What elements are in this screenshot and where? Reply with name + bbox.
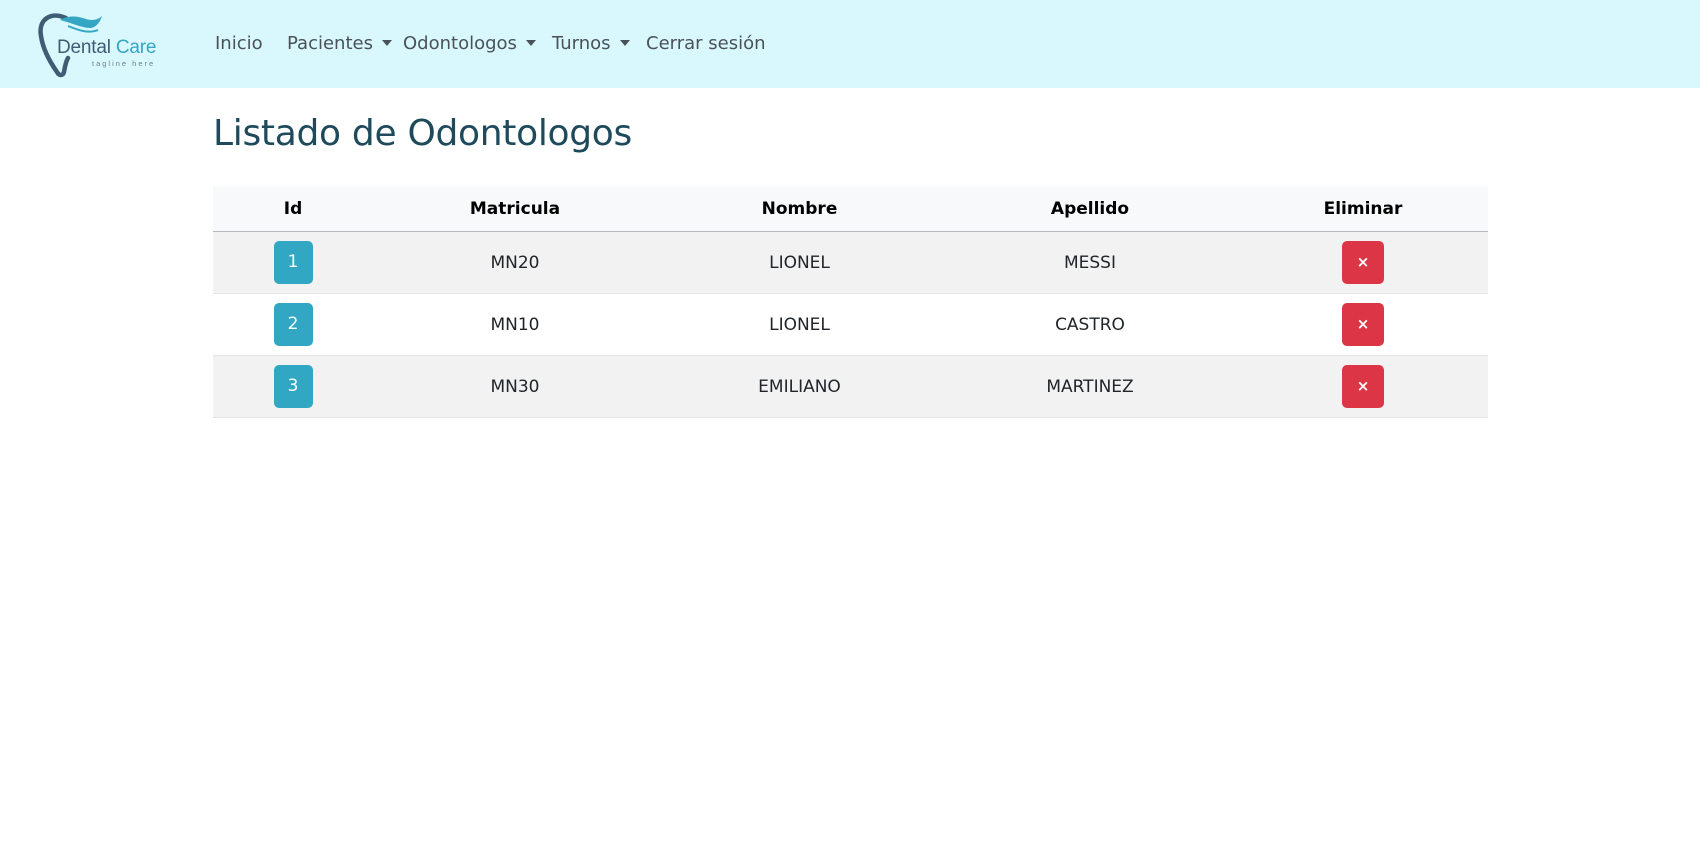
column-header-nombre: Nombre	[657, 186, 942, 232]
page-title: Listado de Odontologos	[213, 113, 632, 154]
nav-item-cerrar-sesion[interactable]: Cerrar sesión	[646, 32, 766, 56]
cell-nombre: LIONEL	[657, 231, 942, 294]
caret-down-icon	[619, 40, 630, 46]
cell-eliminar: ×	[1238, 293, 1488, 356]
nav-item-inicio[interactable]: Inicio	[215, 32, 263, 56]
cell-id: 3	[213, 355, 373, 418]
nav-item-label: Cerrar sesión	[646, 33, 766, 54]
column-header-eliminar: Eliminar	[1238, 186, 1488, 232]
cell-matricula: MN20	[373, 231, 657, 294]
delete-button[interactable]: ×	[1342, 241, 1384, 284]
column-header-apellido: Apellido	[942, 186, 1238, 232]
cell-apellido: MARTINEZ	[942, 355, 1238, 418]
table-row: 2 MN10 LIONEL CASTRO ×	[213, 293, 1488, 356]
delete-button[interactable]: ×	[1342, 365, 1384, 408]
nav-item-odontologos[interactable]: Odontologos	[403, 32, 536, 56]
navbar: Dental Care tagline here Inicio Paciente…	[0, 0, 1700, 88]
cell-id: 1	[213, 231, 373, 294]
column-header-id: Id	[213, 186, 373, 232]
cell-nombre: LIONEL	[657, 293, 942, 356]
cell-eliminar: ×	[1238, 231, 1488, 294]
table-header-row: Id Matricula Nombre Apellido Eliminar	[213, 186, 1488, 232]
nav-item-pacientes[interactable]: Pacientes	[287, 32, 392, 56]
column-header-matricula: Matricula	[373, 186, 657, 232]
nav-item-label: Odontologos	[403, 33, 517, 54]
id-button[interactable]: 3	[273, 365, 313, 408]
cell-apellido: MESSI	[942, 231, 1238, 294]
delete-button[interactable]: ×	[1342, 303, 1384, 346]
cell-matricula: MN30	[373, 355, 657, 418]
cell-matricula: MN10	[373, 293, 657, 356]
nav-item-label: Inicio	[215, 33, 263, 54]
nav-item-label: Pacientes	[287, 33, 373, 54]
dental-care-logo[interactable]: Dental Care tagline here	[38, 10, 162, 80]
caret-down-icon	[381, 40, 392, 46]
table-row: 1 MN20 LIONEL MESSI ×	[213, 231, 1488, 294]
id-button[interactable]: 1	[273, 241, 313, 284]
caret-down-icon	[525, 40, 536, 46]
cell-id: 2	[213, 293, 373, 356]
table-row: 3 MN30 EMILIANO MARTINEZ ×	[213, 355, 1488, 418]
nav-item-turnos[interactable]: Turnos	[552, 32, 630, 56]
logo-tagline: tagline here	[92, 59, 156, 68]
nav-item-label: Turnos	[552, 33, 611, 54]
cell-nombre: EMILIANO	[657, 355, 942, 418]
odontologos-table: Id Matricula Nombre Apellido Eliminar 1 …	[213, 186, 1488, 418]
id-button[interactable]: 2	[273, 303, 313, 346]
logo-wordmark: Dental Care	[57, 37, 157, 58]
cell-eliminar: ×	[1238, 355, 1488, 418]
cell-apellido: CASTRO	[942, 293, 1238, 356]
